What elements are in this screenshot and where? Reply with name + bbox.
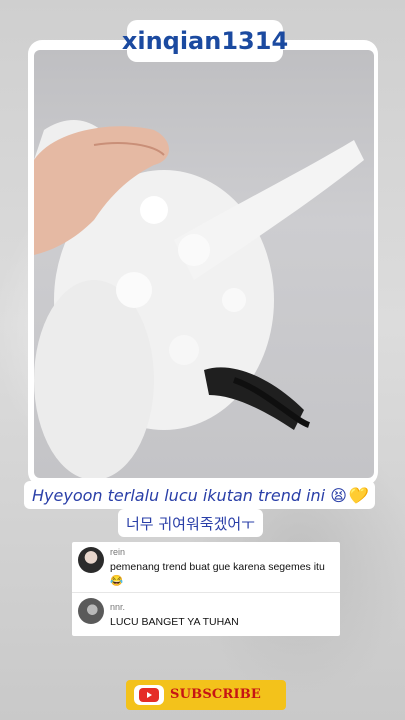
comments-panel: rein pemenang trend buat gue karena sege… bbox=[72, 542, 340, 636]
comment-handle[interactable]: rein bbox=[110, 547, 125, 557]
username-label: xinqian1314 bbox=[122, 20, 288, 62]
subscribe-label: SUBSCRIBE bbox=[170, 687, 262, 702]
caption-line-1: Hyeyoon terlalu lucu ikutan trend ini 😫💛 bbox=[24, 481, 375, 509]
youtube-play-icon bbox=[134, 685, 164, 705]
avatar[interactable] bbox=[78, 547, 104, 573]
comment-text: LUCU BANGET YA TUHAN bbox=[110, 616, 239, 628]
comment-item[interactable]: nnr. LUCU BANGET YA TUHAN bbox=[72, 592, 340, 636]
comment-item[interactable]: rein pemenang trend buat gue karena sege… bbox=[72, 542, 340, 592]
comment-handle[interactable]: nnr. bbox=[110, 602, 125, 612]
plush-hat-illustration bbox=[34, 120, 364, 478]
caption-line-2: 너무 귀여워죽겠어ㅜ bbox=[118, 509, 263, 537]
subscribe-button[interactable]: SUBSCRIBE bbox=[126, 680, 286, 710]
video-photo[interactable] bbox=[34, 50, 374, 478]
avatar[interactable] bbox=[78, 598, 104, 624]
comment-text: pemenang trend buat gue karena segemes i… bbox=[110, 561, 325, 587]
